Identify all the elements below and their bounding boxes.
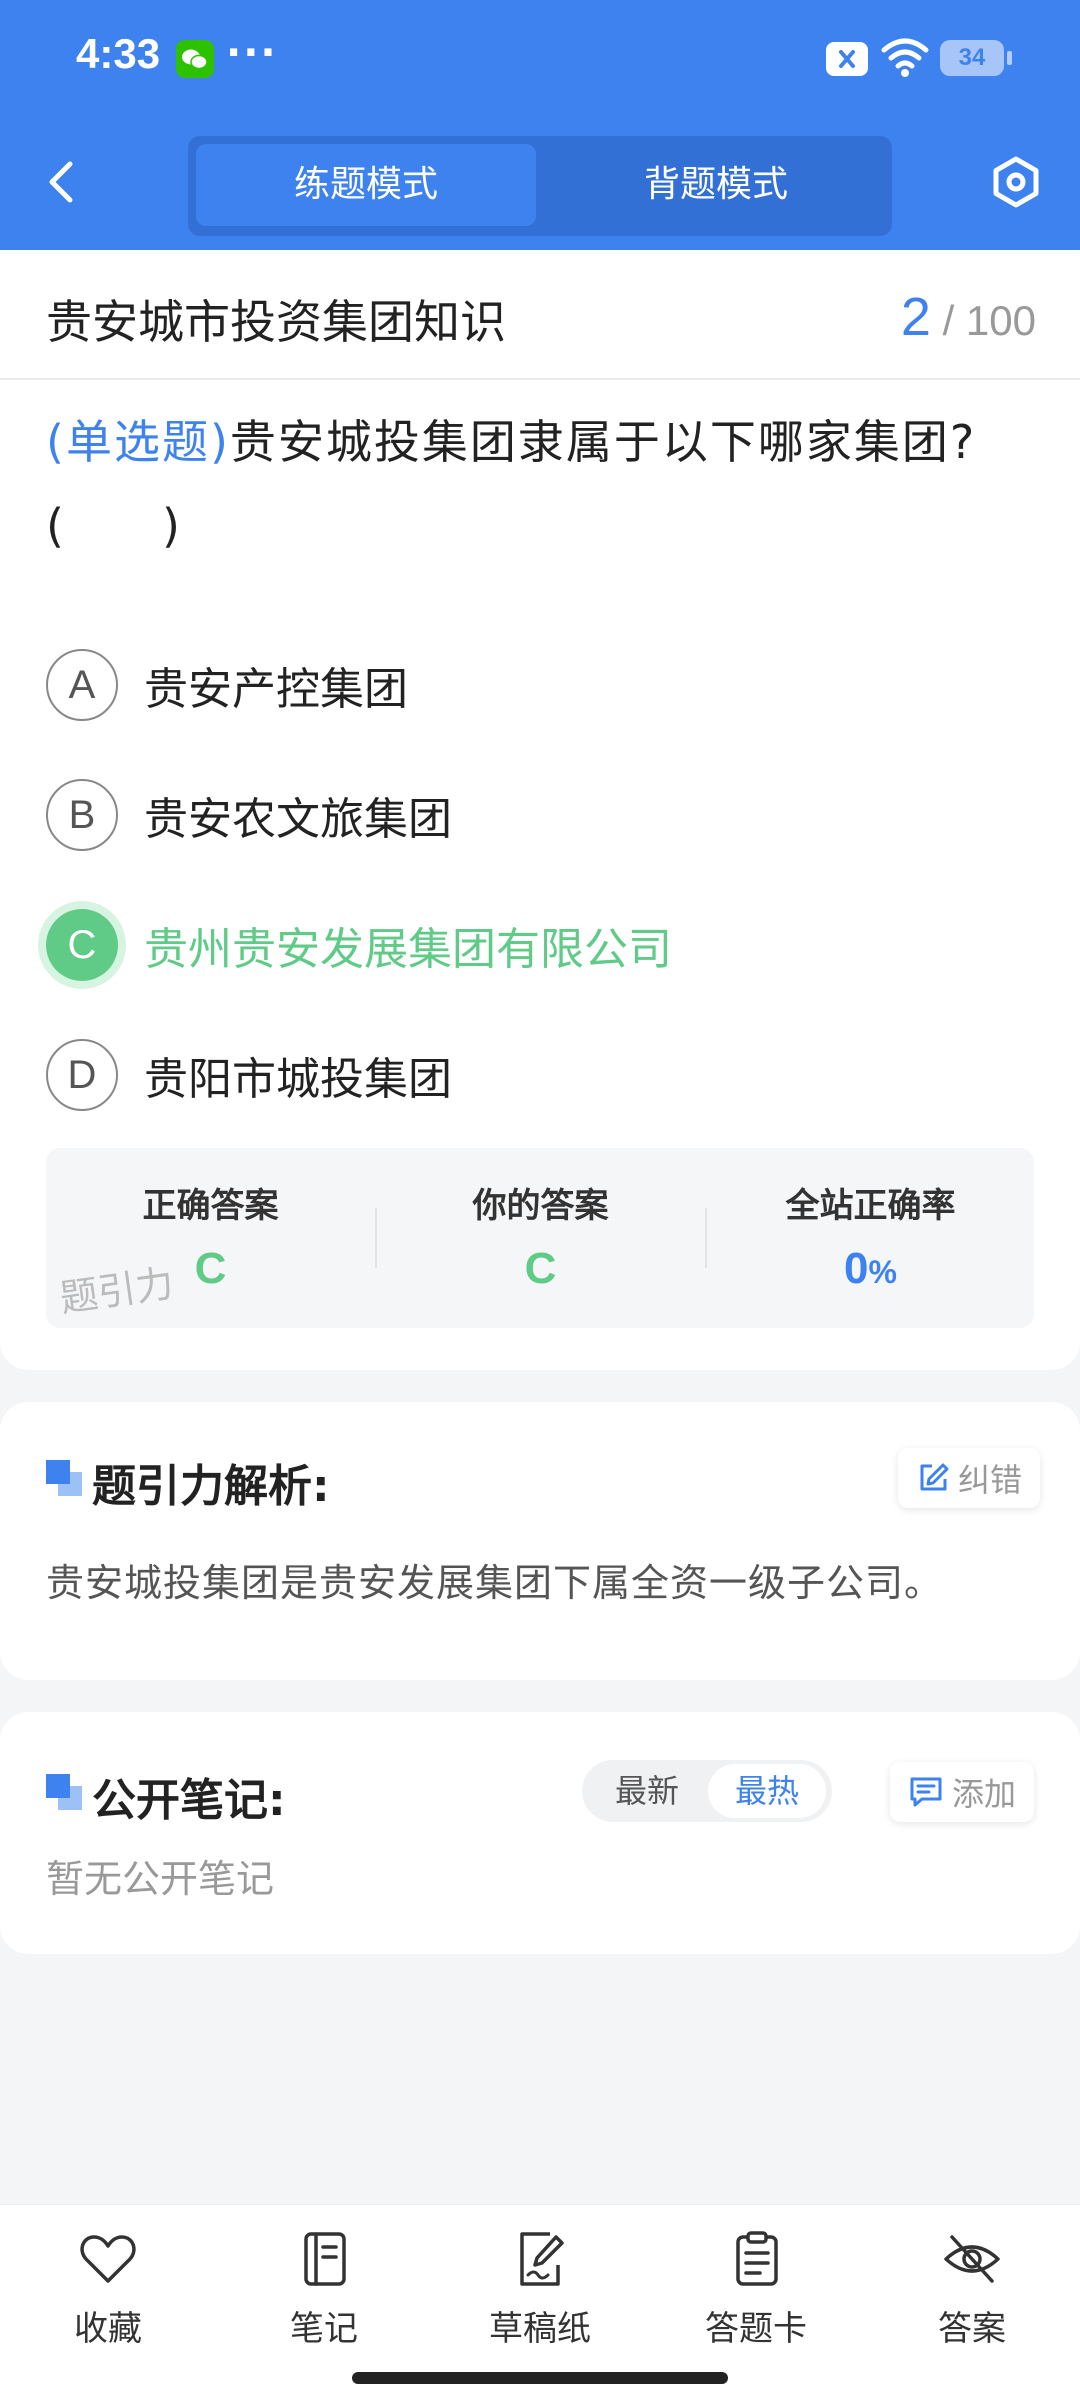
status-time: 4:33 — [76, 30, 161, 77]
site-accuracy-label: 全站正确率 — [785, 1186, 956, 1226]
your-answer-value: C — [524, 1244, 557, 1293]
analysis-card: 题引力解析: 纠错 贵安城投集团是贵安发展集团下属全资一级子公司。 — [0, 1402, 1080, 1680]
option-letter: C — [46, 909, 118, 981]
mode-switch: 练题模式 背题模式 — [188, 136, 892, 236]
total-question-count: 100 — [965, 297, 1036, 344]
answer-sheet-button[interactable]: 答题卡 — [648, 2231, 864, 2361]
your-answer: 你的答案 C — [376, 1148, 705, 1328]
app-header: 4:33 ··· 34 练题模式 背题模式 — [0, 0, 1080, 250]
correct-answer-label: 正确答案 — [142, 1186, 279, 1226]
add-note-button[interactable]: 添加 — [890, 1762, 1035, 1822]
show-answer-label: 答案 — [938, 2309, 1006, 2349]
question-progress: 2 / 100 — [901, 286, 1036, 348]
analysis-text: 贵安城投集团是贵安发展集团下属全资一级子公司。 — [46, 1561, 944, 1605]
draft-paper-button[interactable]: 草稿纸 — [432, 2231, 648, 2361]
notebook-icon — [304, 2232, 346, 2286]
wechat-icon — [176, 40, 214, 78]
more-notifications-icon: ··· — [226, 30, 278, 76]
heart-icon — [80, 2235, 136, 2283]
answer-sheet-label: 答题卡 — [705, 2309, 807, 2349]
show-answer-button[interactable]: 答案 — [864, 2231, 1080, 2361]
favorite-button[interactable]: 收藏 — [0, 2231, 216, 2361]
public-notes-card: 公开笔记: 最新 最热 添加 暂无公开笔记 — [0, 1712, 1080, 1954]
sort-newest[interactable]: 最新 — [588, 1764, 706, 1818]
sort-hottest[interactable]: 最热 — [708, 1764, 826, 1818]
question-text: 贵安城投集团隶属于以下哪家集团? — [229, 415, 977, 469]
add-note-label: 添加 — [952, 1775, 1017, 1813]
site-accuracy-number: 0 — [844, 1244, 869, 1293]
notes-button[interactable]: 笔记 — [216, 2231, 432, 2361]
answer-summary: 正确答案 C 你的答案 C 全站正确率 0% 题引力 — [46, 1148, 1034, 1328]
option-letter: B — [46, 779, 118, 851]
question-stem: (单选题)贵安城投集团隶属于以下哪家集团? ( ) — [46, 400, 1036, 568]
site-accuracy: 全站正确率 0% — [706, 1148, 1035, 1328]
tab-memorize-mode[interactable]: 背题模式 — [546, 144, 886, 226]
section-icon — [46, 1774, 82, 1810]
option-b[interactable]: B 贵安农文旅集团 — [46, 750, 1036, 880]
option-letter: A — [46, 649, 118, 721]
option-text: 贵安产控集团 — [144, 664, 408, 715]
option-a[interactable]: A 贵安产控集团 — [46, 620, 1036, 750]
home-indicator[interactable] — [352, 2372, 728, 2384]
bottom-toolbar: 收藏 笔记 草稿纸 答题卡 答案 — [0, 2204, 1080, 2400]
draft-icon — [520, 2232, 564, 2286]
eye-off-icon — [944, 2235, 1000, 2283]
option-letter: D — [46, 1039, 118, 1111]
report-error-label: 纠错 — [958, 1461, 1023, 1499]
close-icon — [826, 42, 868, 76]
option-d[interactable]: D 贵阳市城投集团 — [46, 1010, 1036, 1140]
analysis-title: 题引力解析: — [92, 1461, 330, 1512]
chevron-left-icon — [49, 161, 73, 203]
back-button[interactable] — [38, 156, 90, 208]
notes-empty-text: 暂无公开笔记 — [46, 1857, 275, 1901]
notes-sort-toggle: 最新 最热 — [582, 1760, 832, 1822]
question-type: (单选题) — [46, 415, 230, 469]
current-question-number: 2 — [900, 287, 931, 347]
your-answer-label: 你的答案 — [472, 1186, 609, 1226]
option-c[interactable]: C 贵州贵安发展集团有限公司 — [46, 880, 1036, 1010]
status-bar: 4:33 ··· 34 — [0, 0, 1080, 120]
section-icon — [46, 1460, 82, 1496]
option-text: 贵安农文旅集团 — [144, 794, 452, 845]
wifi-icon — [880, 36, 930, 80]
site-accuracy-value: 0% — [706, 1244, 1035, 1294]
edit-icon — [920, 1463, 949, 1491]
site-accuracy-unit: % — [868, 1254, 897, 1290]
report-error-button[interactable]: 纠错 — [898, 1448, 1041, 1508]
answer-sheet-icon — [736, 2231, 778, 2286]
comment-icon — [910, 1777, 942, 1807]
option-list: A 贵安产控集团 B 贵安农文旅集团 C 贵州贵安发展集团有限公司 D 贵阳市城… — [46, 620, 1036, 1140]
favorite-label: 收藏 — [74, 2309, 142, 2349]
progress-separator: / — [942, 297, 955, 344]
draft-paper-label: 草稿纸 — [489, 2309, 591, 2349]
gear-icon — [993, 156, 1039, 208]
paper-title-row: 贵安城市投资集团知识 2 / 100 — [0, 250, 1080, 380]
notes-title: 公开笔记: — [92, 1775, 286, 1826]
paper-title: 贵安城市投资集团知识 — [46, 295, 506, 349]
option-text: 贵阳市城投集团 — [144, 1054, 452, 1105]
question-card: 贵安城市投资集团知识 2 / 100 (单选题)贵安城投集团隶属于以下哪家集团?… — [0, 250, 1080, 1370]
notes-label: 笔记 — [290, 2309, 358, 2349]
option-text: 贵州贵安发展集团有限公司 — [144, 924, 672, 975]
tab-practice-mode[interactable]: 练题模式 — [196, 144, 536, 226]
settings-button[interactable] — [988, 154, 1044, 210]
battery-icon: 34 — [940, 40, 1012, 76]
question-blank: ( ) — [46, 499, 182, 553]
